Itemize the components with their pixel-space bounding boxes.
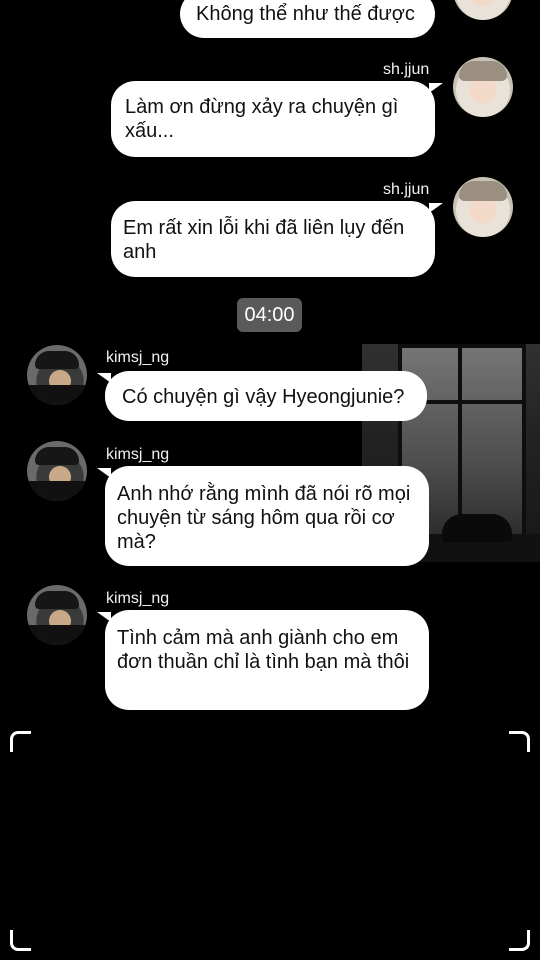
avatar-kimsj-ng[interactable]	[27, 585, 87, 645]
avatar-sh-jjun[interactable]	[453, 0, 513, 20]
avatar-kimsj-ng[interactable]	[27, 345, 87, 405]
frame-corner-top-left	[10, 731, 31, 752]
sender-name: kimsj_ng	[106, 590, 170, 607]
avatar-sh-jjun[interactable]	[453, 177, 513, 237]
sender-name: sh.jjun	[383, 181, 430, 198]
message-text: Tình cảm mà anh giành cho em đơn thuần c…	[117, 627, 410, 673]
message-text: Anh nhớ rằng mình đã nói rõ mọi chuyện t…	[117, 483, 411, 553]
message-text: Em rất xin lỗi khi đã liên lụy đến anh	[123, 217, 405, 263]
message-bubble-incoming[interactable]: Anh nhớ rằng mình đã nói rõ mọi chuyện t…	[97, 466, 429, 566]
message-text: Có chuyện gì vậy Hyeongjunie?	[122, 386, 405, 408]
message-text: Không thể như thế được	[196, 3, 415, 25]
avatar-sh-jjun[interactable]	[453, 57, 513, 117]
frame-corner-bottom-left	[10, 930, 31, 951]
sender-name: kimsj_ng	[106, 349, 170, 366]
message-text: Làm ơn đừng xảy ra chuyện gì xấu...	[125, 96, 399, 142]
avatar-kimsj-ng[interactable]	[27, 441, 87, 501]
frame-corner-bottom-right	[509, 930, 530, 951]
time-divider: 04:00	[237, 298, 302, 332]
message-bubble-outgoing[interactable]: Em rất xin lỗi khi đã liên lụy đến anh	[111, 201, 443, 277]
message-bubble-incoming[interactable]: Có chuyện gì vậy Hyeongjunie?	[97, 371, 427, 421]
message-bubble-incoming[interactable]: Tình cảm mà anh giành cho em đơn thuần c…	[97, 610, 429, 710]
message-bubble-outgoing[interactable]: Làm ơn đừng xảy ra chuyện gì xấu...	[111, 81, 443, 157]
sender-name: kimsj_ng	[106, 446, 170, 463]
sender-name: sh.jjun	[383, 61, 430, 78]
message-bubble-outgoing[interactable]: Không thể như thế được	[180, 0, 435, 38]
frame-corner-top-right	[509, 731, 530, 752]
